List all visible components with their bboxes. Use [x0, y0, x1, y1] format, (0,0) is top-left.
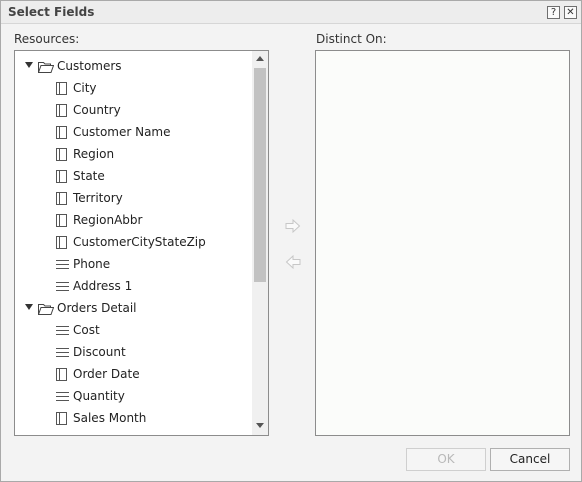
tree-item-label: Region — [73, 147, 115, 161]
dimension-field-icon — [56, 214, 69, 228]
tree-item-label: Address 1 — [73, 279, 133, 293]
scroll-up-icon[interactable] — [256, 56, 264, 61]
folder-icon — [38, 62, 54, 73]
tree-field-territory[interactable]: Territory — [15, 188, 252, 210]
dialog-titlebar: Select Fields ? ✕ — [1, 1, 581, 24]
detail-field-icon — [56, 392, 69, 402]
tree-field-cost[interactable]: Cost — [15, 320, 252, 342]
folder-icon — [38, 304, 54, 315]
tree-field-region[interactable]: Region — [15, 144, 252, 166]
dimension-field-icon — [56, 412, 69, 426]
tree-item-label: State — [73, 169, 105, 183]
detail-field-icon — [56, 326, 69, 336]
detail-field-icon — [56, 348, 69, 358]
dialog-title: Select Fields — [8, 5, 95, 19]
dimension-field-icon — [56, 368, 69, 382]
arrow-right-icon[interactable] — [285, 219, 301, 233]
dimension-field-icon — [56, 148, 69, 162]
tree-field-regionabbr[interactable]: RegionAbbr — [15, 210, 252, 232]
dimension-field-icon — [56, 236, 69, 250]
tree-field-address-1[interactable]: Address 1 — [15, 276, 252, 298]
detail-field-icon — [56, 282, 69, 292]
tree-field-sales-month[interactable]: Sales Month — [15, 408, 252, 430]
tree-item-label: RegionAbbr — [73, 213, 143, 227]
dimension-field-icon — [56, 192, 69, 206]
help-button[interactable]: ? — [547, 6, 560, 19]
tree-item-label: Discount — [73, 345, 126, 359]
cancel-button[interactable]: Cancel — [490, 448, 570, 471]
expand-toggle-icon[interactable] — [25, 62, 33, 68]
tree-item-label: Phone — [73, 257, 111, 271]
tree-item-label: Order Date — [73, 367, 140, 381]
dimension-field-icon — [56, 104, 69, 118]
select-fields-dialog: Select Fields ? ✕ Resources: Distinct On… — [0, 0, 582, 482]
tree-item-label: Customers — [57, 59, 122, 73]
tree-field-quantity[interactable]: Quantity — [15, 386, 252, 408]
tree-field-country[interactable]: Country — [15, 100, 252, 122]
tree-field-phone[interactable]: Phone — [15, 254, 252, 276]
close-button[interactable]: ✕ — [564, 6, 577, 19]
dimension-field-icon — [56, 170, 69, 184]
dimension-field-icon — [56, 82, 69, 96]
dimension-field-icon — [56, 126, 69, 140]
arrow-left-icon[interactable] — [285, 255, 301, 269]
tree-item-label: Country — [73, 103, 121, 117]
tree-item-label: Customer Name — [73, 125, 171, 139]
resources-label: Resources: — [14, 32, 80, 46]
ok-button[interactable]: OK — [406, 448, 486, 471]
resources-tree-panel[interactable]: Customers City Country Customer Name Region S… — [14, 50, 269, 436]
tree-item-label: City — [73, 81, 97, 95]
scroll-thumb[interactable] — [254, 68, 266, 282]
distinct-on-label: Distinct On: — [316, 32, 387, 46]
tree-item-label: Territory — [73, 191, 123, 205]
tree-field-customercitystatezip[interactable]: CustomerCityStateZip — [15, 232, 252, 254]
resources-scrollbar[interactable] — [252, 51, 268, 435]
tree-field-city[interactable]: City — [15, 78, 252, 100]
tree-item-label: Quantity — [73, 389, 125, 403]
scroll-down-icon[interactable] — [256, 423, 264, 428]
tree-folder-orders-detail[interactable]: Orders Detail — [15, 298, 252, 320]
tree-item-label: Orders Detail — [57, 301, 137, 315]
tree-folder-customers[interactable]: Customers — [15, 56, 252, 78]
tree-item-label: Cost — [73, 323, 100, 337]
tree-field-state[interactable]: State — [15, 166, 252, 188]
tree-field-order-date[interactable]: Order Date — [15, 364, 252, 386]
tree-field-customer-name[interactable]: Customer Name — [15, 122, 252, 144]
distinct-on-list[interactable] — [315, 50, 570, 436]
tree-item-label: Sales Month — [73, 411, 147, 425]
detail-field-icon — [56, 260, 69, 270]
expand-toggle-icon[interactable] — [25, 304, 33, 310]
tree-field-discount[interactable]: Discount — [15, 342, 252, 364]
tree-item-label: CustomerCityStateZip — [73, 235, 206, 249]
